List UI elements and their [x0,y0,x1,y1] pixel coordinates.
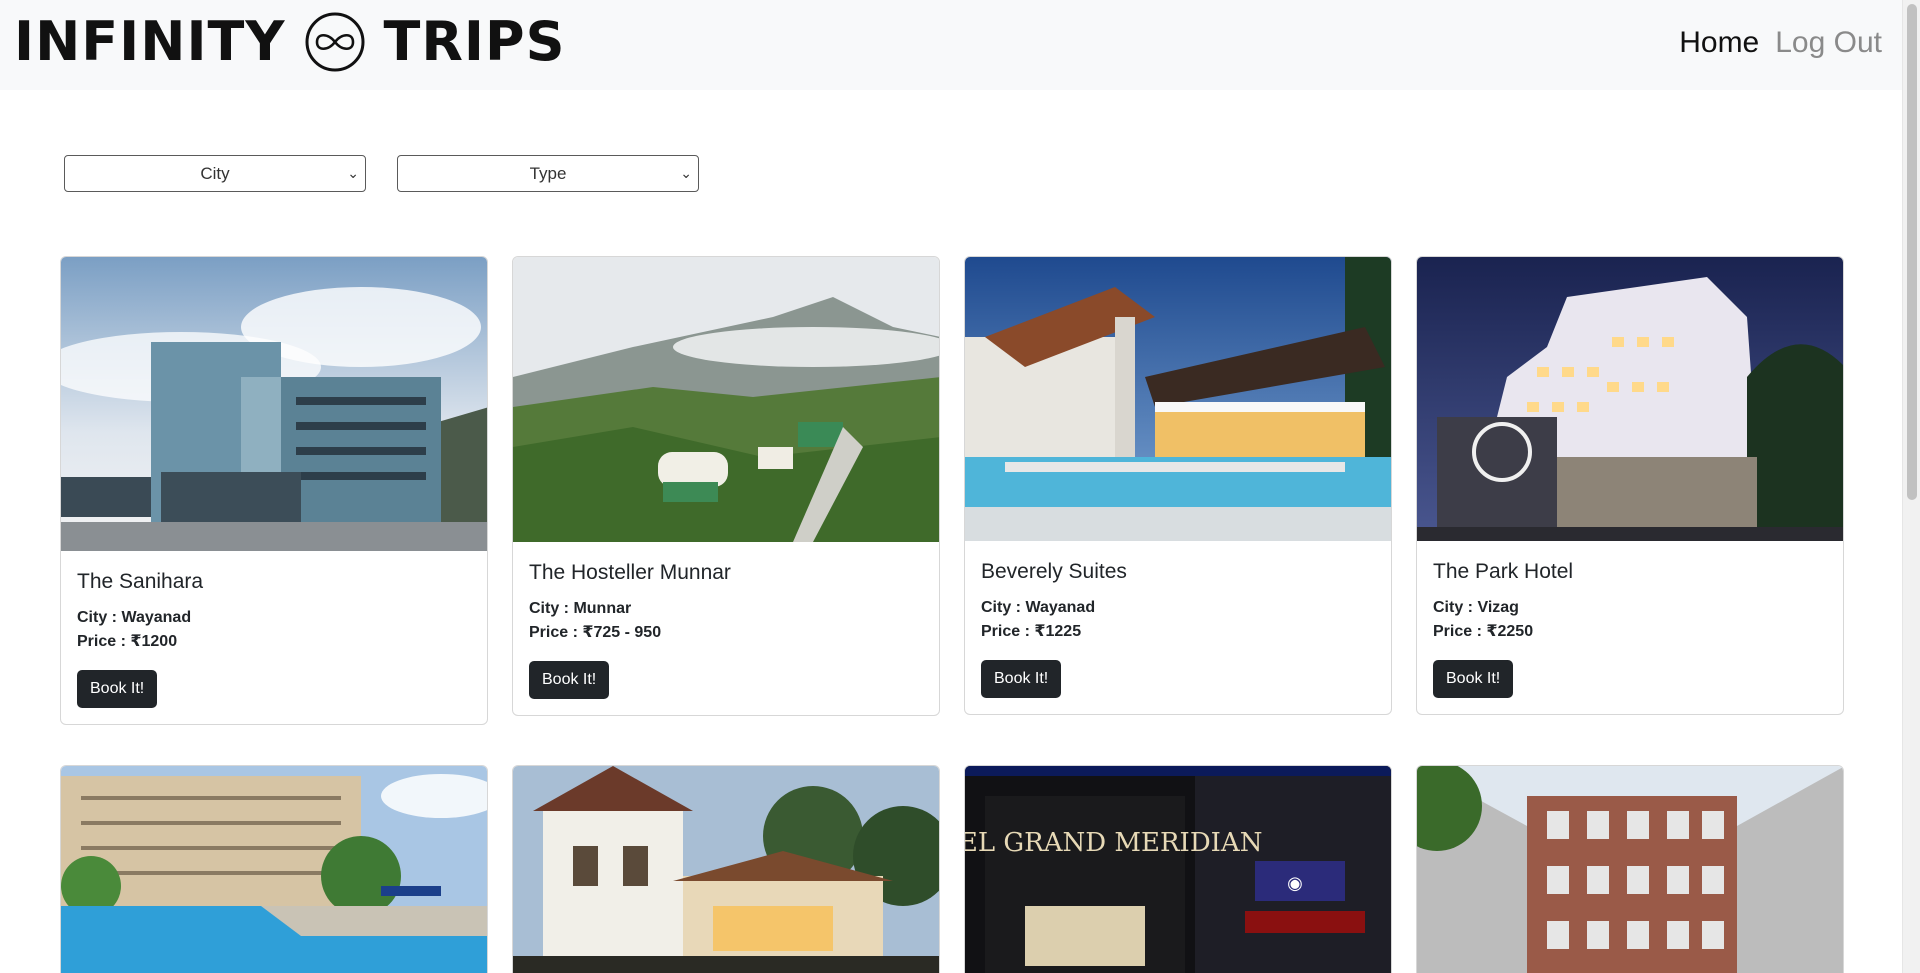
hotel-card: The Sanihara City : Wayanad Price : ₹120… [60,256,488,725]
navbar: INFINITY TRIPS Home Log Out [0,0,1902,90]
city-select[interactable]: City ⌄ [64,155,366,192]
hotel-card [1416,765,1844,973]
hotel-card [60,765,488,973]
hotel-card-body: The Park Hotel City : Vizag Price : ₹225… [1417,541,1843,714]
infinity-circle-icon [305,12,364,72]
chevron-down-icon: ⌄ [680,165,692,181]
book-it-button[interactable]: Book It! [981,660,1062,698]
nav-home-link[interactable]: Home [1679,22,1759,64]
nav-logout-link[interactable]: Log Out [1775,22,1882,64]
resort-pool-photo [61,766,487,973]
hotel-card: The Park Hotel City : Vizag Price : ₹225… [1416,256,1844,715]
hotel-price: Price : ₹1225 [981,623,1082,640]
brand-word-left: INFINITY [14,10,286,73]
chevron-down-icon: ⌄ [347,165,359,181]
page: INFINITY TRIPS Home Log Out City ⌄ Type … [0,0,1920,973]
hotel-name: The Sanihara [77,570,204,593]
hotel-card: Beverely Suites City : Wayanad Price : ₹… [964,256,1392,715]
hotel-card: The Hosteller Munnar City : Munnar Price… [512,256,940,716]
hotel-name: Beverely Suites [981,560,1127,583]
lit-hotel-night-photo [1417,257,1843,541]
hotel-card-body: The Hosteller Munnar City : Munnar Price… [513,542,939,715]
hotel-city: City : Vizag [1433,599,1519,616]
hotel-card: HOTEL GRAND MERIDIAN ◉ [964,765,1392,973]
hotel-image [61,257,487,551]
brand-logo[interactable]: INFINITY TRIPS [14,8,565,76]
brick-building-courtyard-photo [1417,766,1843,973]
book-it-button[interactable]: Book It! [529,661,610,699]
hotel-name: The Park Hotel [1433,560,1574,583]
hillside-cottages-photo [513,257,939,542]
heritage-villa-photo [513,766,939,973]
hotel-city: City : Wayanad [981,599,1096,616]
hotel-image [1417,766,1843,973]
hotel-card [512,765,940,973]
page-scrollbar[interactable] [1902,0,1920,973]
grand-meridian-sign: HOTEL GRAND MERIDIAN [965,828,1262,858]
hotel-image [61,766,487,973]
hotel-image: HOTEL GRAND MERIDIAN ◉ [965,766,1391,973]
book-it-button[interactable]: Book It! [1433,660,1514,698]
hotel-image [965,257,1391,541]
type-select-value: Type [529,163,567,183]
scrollbar-thumb[interactable] [1907,4,1917,500]
hotel-price: Price : ₹1200 [77,633,178,650]
brand-word-right: TRIPS [383,10,566,73]
hotel-price: Price : ₹2250 [1433,623,1534,640]
hotel-image [513,257,939,542]
book-it-button[interactable]: Book It! [77,670,158,708]
pool-villa-photo [965,257,1391,541]
hotel-card-body: Beverely Suites City : Wayanad Price : ₹… [965,541,1391,714]
hotel-city: City : Munnar [529,600,632,617]
hotel-image [513,766,939,973]
nav-links: Home Log Out [1679,22,1882,64]
hotel-card-body: The Sanihara City : Wayanad Price : ₹120… [61,551,487,724]
blue-building-photo [61,257,487,551]
hotel-price: Price : ₹725 - 950 [529,624,662,641]
hotel-image [1417,257,1843,541]
type-select[interactable]: Type ⌄ [397,155,699,192]
grand-meridian-facade-photo: HOTEL GRAND MERIDIAN ◉ [965,766,1391,973]
svg-text:◉: ◉ [1287,873,1303,894]
hotel-name: The Hosteller Munnar [529,561,731,584]
city-select-value: City [200,163,230,183]
hotel-city: City : Wayanad [77,609,192,626]
